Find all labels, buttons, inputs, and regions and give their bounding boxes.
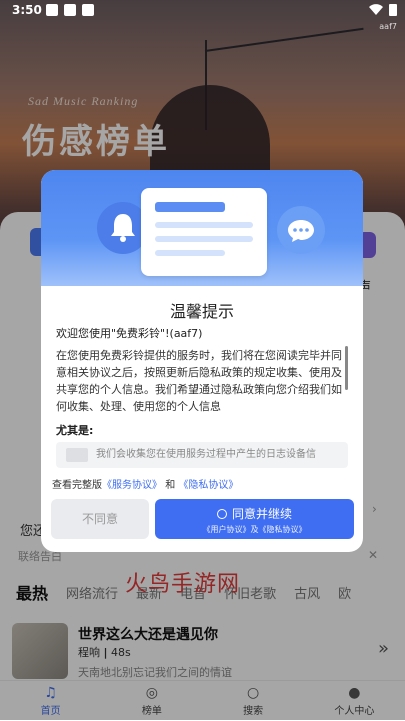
- links-and: 和: [165, 480, 176, 491]
- agree-continue-button[interactable]: 同意并继续 《用户协议》及《隐私协议》: [155, 499, 354, 539]
- agree-text: 同意并继续: [231, 507, 292, 521]
- square-icon: [64, 4, 76, 16]
- radio-circle-icon: [216, 509, 227, 519]
- build-tag: aaf7: [379, 22, 397, 31]
- dialog-illustration: [41, 170, 363, 286]
- dialog-body: 在您使用免费彩铃提供的服务时，我们将在您阅读完毕并同意相关协议之后，按照更新后隐…: [56, 349, 342, 413]
- dialog-box-text: 我们会收集您在使用服务过程中产生的日志设备信: [96, 449, 316, 460]
- status-bar: 3:50 aaf7: [0, 0, 405, 31]
- privacy-agreement-link[interactable]: 《隐私协议》: [178, 480, 238, 491]
- dialog-scrollbar[interactable]: [345, 346, 348, 390]
- service-agreement-link[interactable]: 《服务协议》: [102, 480, 162, 491]
- document-icon: [141, 188, 267, 276]
- agreement-links: 查看完整版《服务协议》 和 《隐私协议》: [52, 476, 238, 491]
- placeholder-icon: [66, 448, 88, 462]
- links-prefix: 查看完整版: [52, 480, 102, 491]
- notification-icons: [46, 4, 94, 16]
- status-time: 3:50: [12, 3, 42, 17]
- dialog-subheading: 尤其是:: [56, 424, 94, 437]
- status-right: [369, 3, 397, 16]
- agree-label: 同意并继续: [155, 505, 354, 522]
- disagree-button[interactable]: 不同意: [51, 499, 149, 539]
- privacy-dialog: 温馨提示 欢迎您使用"免费彩铃"!(aaf7) 在您使用免费彩铃提供的服务时，我…: [41, 170, 363, 552]
- font-icon: [82, 4, 94, 16]
- dialog-greeting: 欢迎您使用"免费彩铃"!(aaf7): [56, 327, 203, 340]
- chat-bubble-icon: [277, 206, 325, 254]
- battery-icon: [389, 4, 397, 16]
- sync-icon: [46, 4, 58, 16]
- dialog-title: 温馨提示: [169, 302, 234, 321]
- agree-subtext: 《用户协议》及《隐私协议》: [202, 525, 307, 534]
- wifi-icon: [369, 3, 383, 15]
- dialog-detail-box: 我们会收集您在使用服务过程中产生的日志设备信: [56, 442, 348, 468]
